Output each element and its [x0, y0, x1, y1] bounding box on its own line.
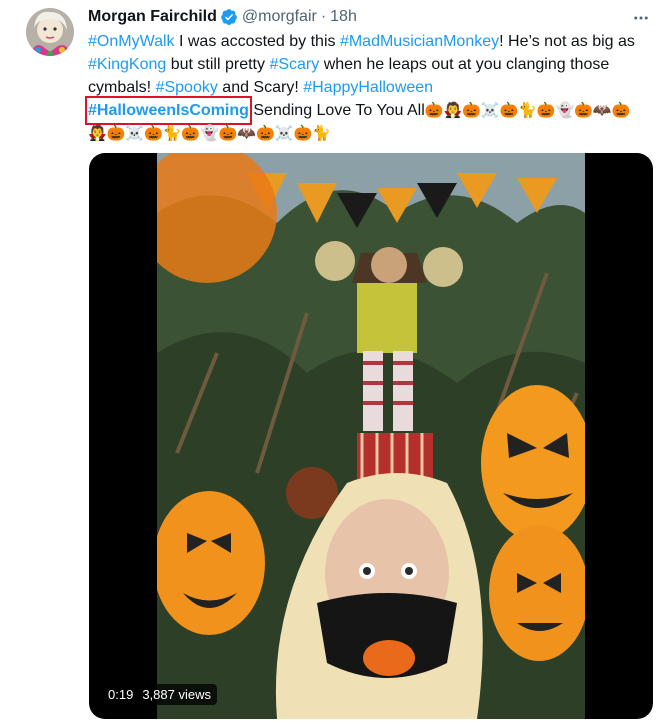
handle[interactable]: @morgfair	[242, 8, 317, 26]
hashtag-scary[interactable]: #Scary	[269, 56, 319, 73]
tweet-header: Morgan Fairchild @morgfair · 18h	[88, 6, 357, 28]
tweet-text-segment: Sending Love To You All	[248, 102, 425, 119]
tweet-text-segment: I was accosted by this	[174, 33, 340, 50]
more-options-icon[interactable]	[629, 6, 653, 30]
hashtag-kingkong[interactable]: #KingKong	[88, 56, 166, 73]
video-views: 3,887 views	[142, 687, 211, 702]
tweet-text-segment: and Scary!	[217, 79, 304, 96]
hashtag-happyhalloween[interactable]: #HappyHalloween	[303, 79, 433, 96]
video-duration: 0:19	[108, 687, 134, 702]
video-thumbnail	[157, 153, 585, 719]
tweet-text: #OnMyWalk I was accosted by this #MadMus…	[85, 30, 648, 145]
timestamp[interactable]: 18h	[330, 8, 357, 26]
tweet-text-segment: but still pretty	[166, 56, 270, 73]
display-name[interactable]: Morgan Fairchild	[88, 8, 217, 26]
separator: ·	[320, 8, 327, 25]
verified-badge-icon	[220, 8, 238, 26]
hashtag-spooky[interactable]: #Spooky	[156, 79, 218, 96]
hashtag-halloweeniscoming-highlighted[interactable]: #HalloweenIsComing	[85, 96, 252, 125]
tweet-text-segment: ! He’s not as big as	[499, 33, 635, 50]
avatar-image	[26, 8, 74, 56]
tweet[interactable]: Morgan Fairchild @morgfair · 18h #OnMyWa…	[0, 0, 665, 724]
video-stats: 0:19 3,887 views	[102, 684, 217, 705]
hashtag-onmywalk[interactable]: #OnMyWalk	[88, 33, 175, 50]
video-frame[interactable]	[157, 153, 585, 719]
hashtag-madmusicianmonkey[interactable]: #MadMusicianMonkey	[340, 33, 499, 50]
video-player[interactable]: 0:19 3,887 views	[89, 153, 653, 719]
avatar[interactable]	[26, 8, 74, 56]
